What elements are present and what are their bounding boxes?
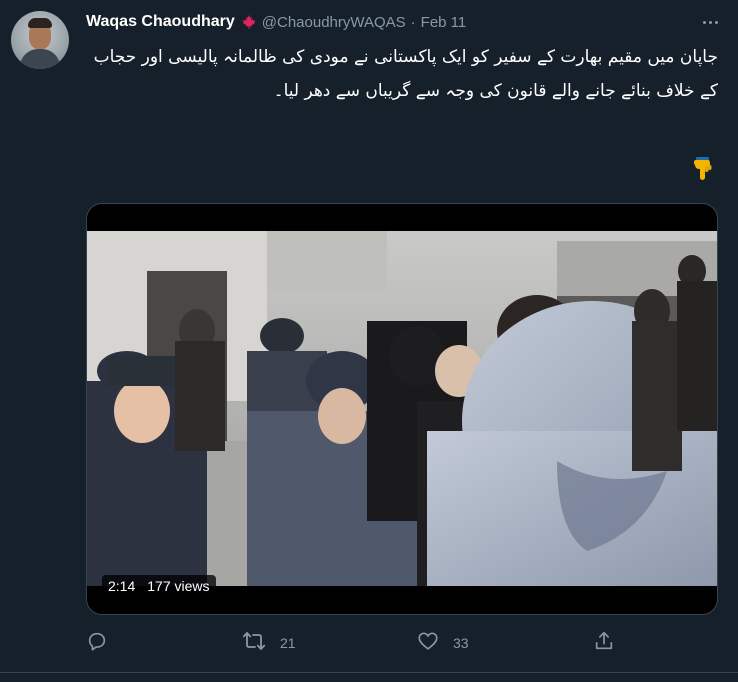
author-handle[interactable]: @ChaoudhryWAQAS [262,14,406,31]
share-button[interactable] [593,628,615,658]
retweet-count: 21 [280,635,296,651]
separator-dot: · [410,13,416,31]
video-info-badge: 2:14 177 views [102,575,216,596]
heart-icon [417,630,439,656]
retweet-icon [242,630,266,656]
video-views: 177 views [147,577,210,594]
canada-maple-leaf-icon [241,14,257,30]
tweet-actions: 21 33 [86,628,718,658]
tweet-divider [0,672,738,673]
avatar-hair [28,18,52,28]
share-icon [593,630,615,656]
pointing-down-hand-icon [692,157,714,183]
tweet-date[interactable]: Feb 11 [421,14,467,31]
reply-icon [86,630,108,656]
video-duration: 2:14 [108,577,136,594]
tweet[interactable]: Waqas Chaoudhary @ChaoudhryWAQAS · Feb 1… [0,0,738,682]
retweet-button[interactable]: 21 [242,628,296,658]
tweet-text: جاپان میں مقیم بھارت کے سفیر کو ایک پاکس… [93,47,718,101]
reply-button[interactable] [86,628,108,658]
like-button[interactable]: 33 [417,628,469,658]
tweet-header: Waqas Chaoudhary @ChaoudhryWAQAS · Feb 1… [86,11,466,33]
avatar-shoulders [20,49,60,69]
video-player[interactable]: 2:14 177 views [86,203,718,615]
author-name[interactable]: Waqas Chaoudhary [86,13,235,31]
avatar[interactable] [11,11,69,69]
like-count: 33 [453,635,469,651]
more-options-icon[interactable] [697,12,723,32]
video-thumbnail [87,231,717,586]
